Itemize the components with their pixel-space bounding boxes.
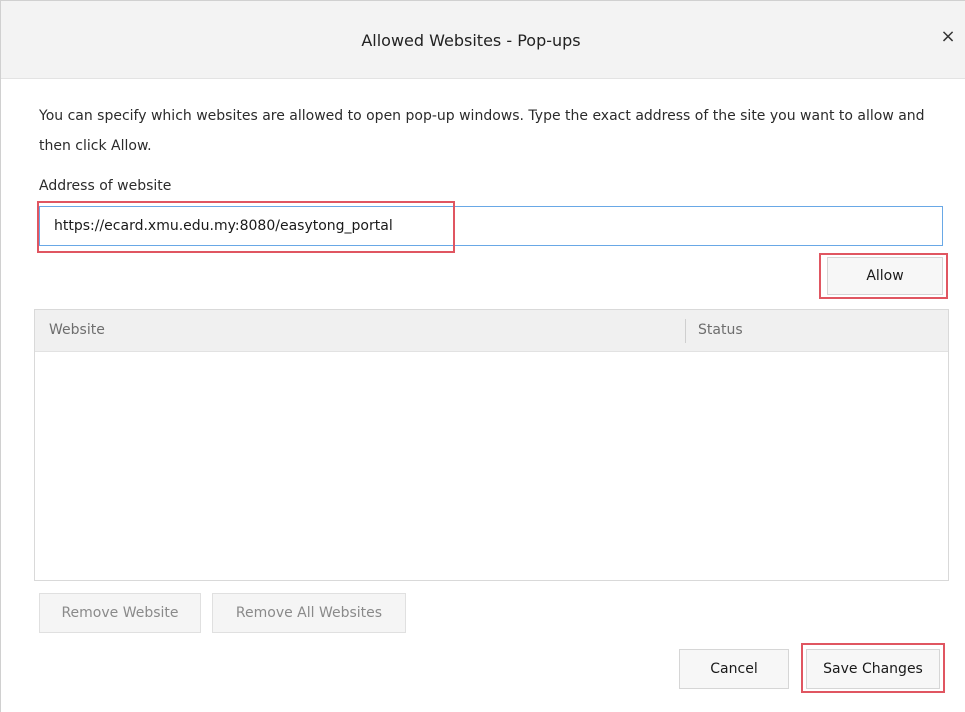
save-changes-label: Save Changes xyxy=(823,661,923,677)
dialog-title: Allowed Websites - Pop-ups xyxy=(361,31,581,50)
list-header: Website Status xyxy=(35,310,948,352)
cancel-button[interactable]: Cancel xyxy=(679,649,789,689)
column-header-website[interactable]: Website xyxy=(49,322,105,338)
remove-all-websites-button[interactable]: Remove All Websites xyxy=(212,593,406,633)
remove-website-button[interactable]: Remove Website xyxy=(39,593,201,633)
dialog-description: You can specify which websites are allow… xyxy=(39,108,925,154)
save-changes-button[interactable]: Save Changes xyxy=(806,649,940,689)
column-separator[interactable] xyxy=(685,319,686,343)
address-input[interactable] xyxy=(39,206,943,246)
websites-list[interactable]: Website Status xyxy=(34,309,949,581)
allowed-websites-dialog: Allowed Websites - Pop-ups × You can spe… xyxy=(0,0,965,712)
cancel-button-label: Cancel xyxy=(710,661,758,677)
dialog-titlebar: Allowed Websites - Pop-ups × xyxy=(1,1,965,79)
remove-all-websites-label: Remove All Websites xyxy=(235,605,383,621)
allow-button[interactable]: Allow xyxy=(827,257,943,295)
close-icon[interactable]: × xyxy=(938,27,958,47)
remove-website-label: Remove Website xyxy=(61,605,179,621)
address-label: Address of website xyxy=(39,178,172,194)
column-header-status[interactable]: Status xyxy=(698,322,743,338)
allow-button-label: Allow xyxy=(866,268,904,284)
